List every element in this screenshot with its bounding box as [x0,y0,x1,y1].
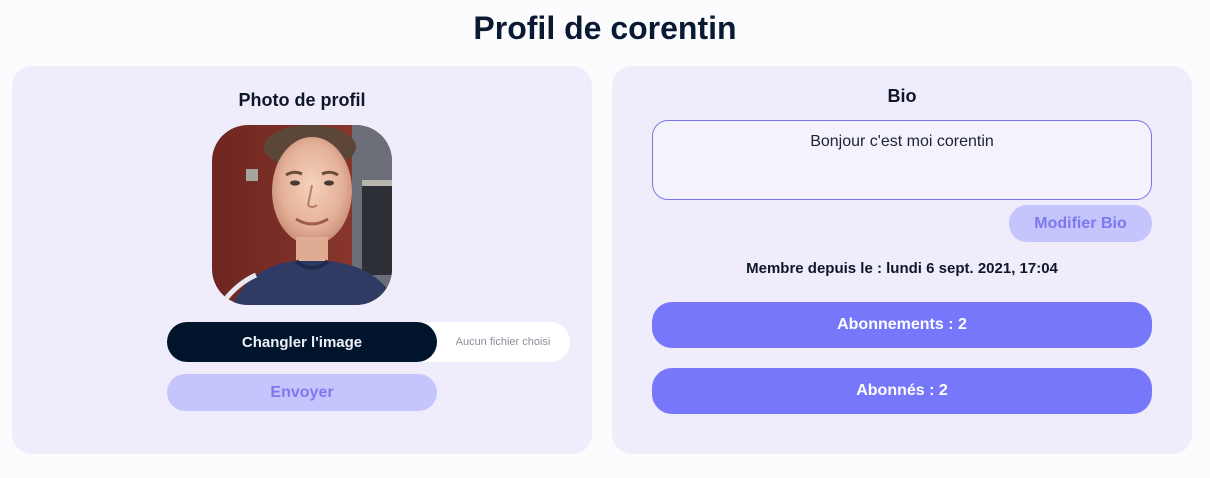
file-input[interactable]: Changler l'image Aucun fichier choisi [167,322,570,362]
subscriptions-button[interactable]: Abonnements : 2 [652,302,1152,348]
page-title: Profil de corentin [473,10,737,46]
change-image-button[interactable]: Changler l'image [167,322,437,362]
file-status-text: Aucun fichier choisi [455,336,551,348]
profile-photo-title: Photo de profil [238,90,366,110]
send-button[interactable]: Envoyer [167,374,437,411]
bio-card: Bio Bonjour c'est moi corentin Modifier … [612,66,1192,454]
followers-button[interactable]: Abonnés : 2 [652,368,1152,414]
bio-textarea[interactable]: Bonjour c'est moi corentin [652,120,1152,200]
edit-bio-button[interactable]: Modifier Bio [1009,205,1152,242]
avatar-photo [212,125,392,305]
profile-photo-card: Photo de profil Changler l'image Aucun f… [12,66,592,454]
bio-title: Bio [887,86,917,106]
member-since-text: Membre depuis le : lundi 6 sept. 2021, 1… [746,260,1058,277]
avatar [212,125,392,305]
